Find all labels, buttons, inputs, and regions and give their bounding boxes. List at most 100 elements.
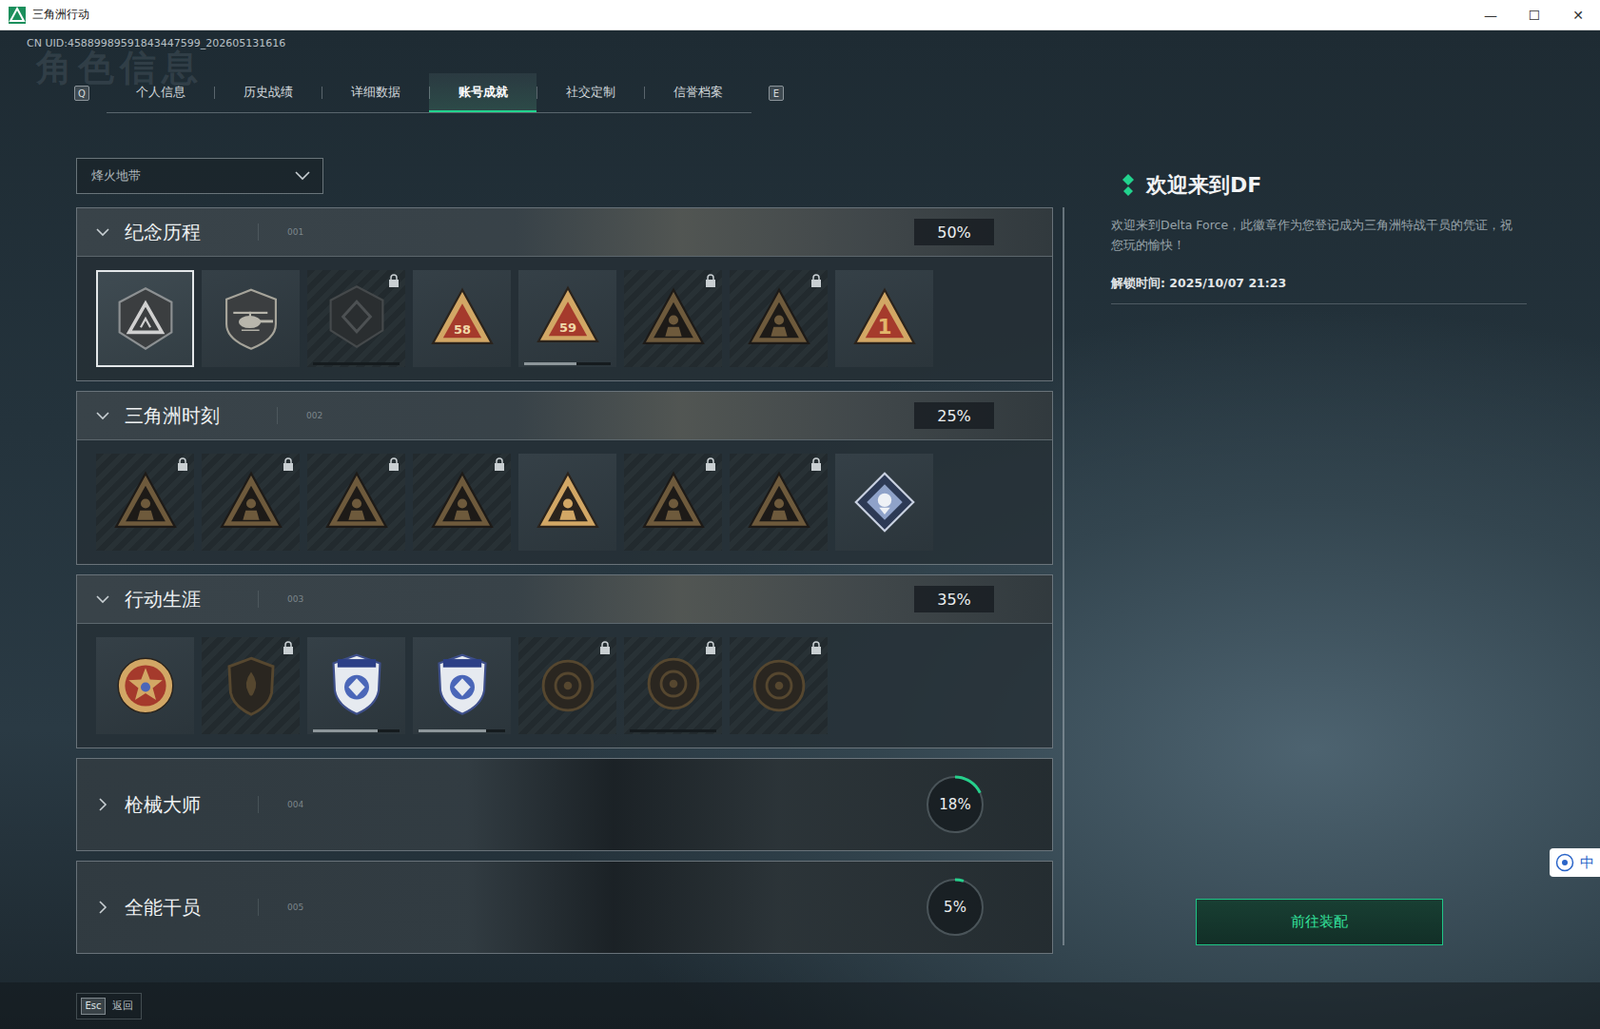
lock-icon: [810, 457, 822, 471]
badge-emblem-icon: [533, 651, 603, 721]
scrollbar[interactable]: [1062, 207, 1065, 946]
section-header[interactable]: 纪念历程00150%: [77, 208, 1053, 256]
close-button[interactable]: ✕: [1556, 0, 1600, 31]
badge-tile[interactable]: [412, 453, 511, 551]
badge-emblem-icon: [322, 649, 391, 719]
tab[interactable]: 详细数据: [321, 73, 430, 113]
badge-emblem-icon: [744, 651, 814, 721]
badge-tile[interactable]: [729, 637, 828, 735]
section-header[interactable]: 三角洲时刻 002 25%: [77, 391, 1053, 440]
lock-icon: [599, 641, 611, 655]
badge-tile[interactable]: 58: [412, 270, 511, 368]
achievement-section: 三角洲时刻 002 25%: [76, 390, 1054, 566]
badge-progress-track: [312, 729, 400, 733]
section-title: 全能干员: [124, 895, 201, 921]
progress-arc: [927, 879, 983, 936]
badge-emblem-icon: [322, 468, 391, 537]
badge-tile[interactable]: [624, 453, 722, 551]
badge-emblem-icon: [428, 468, 497, 537]
badge-emblem-icon: [744, 284, 814, 353]
badge-tile[interactable]: [412, 637, 511, 735]
lock-icon: [704, 641, 717, 655]
lock-icon: [176, 457, 189, 471]
detail-panel: 欢迎来到DF欢迎来到Delta Force，此徽章作为您登记成为三角洲特战干员的…: [1108, 157, 1527, 946]
section-title: 三角洲时刻: [124, 403, 220, 430]
chevron-icon: [94, 590, 112, 608]
lock-icon: [282, 457, 294, 471]
maximize-button[interactable]: ☐: [1512, 0, 1557, 31]
badge-tile[interactable]: [201, 270, 300, 368]
achievement-section: 全能干员0055%: [76, 860, 1054, 955]
badge-tile[interactable]: [624, 270, 722, 368]
badge-emblem-icon: [639, 284, 708, 353]
unlock-time: 解锁时间: 2025/10/07 21:23: [1111, 275, 1527, 305]
section-number: 002: [306, 410, 323, 421]
equip-button[interactable]: 前往装配: [1195, 898, 1444, 946]
minimize-button[interactable]: —: [1468, 0, 1513, 31]
badge-tile[interactable]: [729, 453, 828, 551]
section-percent: 5%: [943, 898, 967, 917]
esc-key: Esc: [80, 997, 106, 1015]
chevron-icon: [94, 796, 112, 814]
badge-tile[interactable]: [96, 637, 195, 735]
badge-progress-fill: [418, 729, 487, 733]
badge-tile[interactable]: [307, 637, 406, 735]
achievement-section: 行动生涯00335%: [76, 574, 1054, 749]
badge-number: 59: [558, 319, 576, 334]
badge-progress-track: [629, 729, 717, 733]
section-header[interactable]: 行动生涯00335%: [77, 575, 1053, 624]
badge-tile[interactable]: [835, 453, 934, 551]
chevron-down-icon: [293, 170, 312, 182]
badge-tile[interactable]: [624, 637, 722, 735]
badge-emblem-icon: 1: [850, 284, 919, 353]
detail-description: 欢迎来到Delta Force，此徽章作为您登记成为三角洲特战干员的凭证，祝您玩…: [1111, 214, 1527, 255]
progress-ring: 5%: [925, 878, 985, 937]
badge-progress-track: [418, 729, 506, 733]
section-header[interactable]: 枪械大师00418%: [77, 759, 1053, 851]
badge-tile[interactable]: [307, 270, 406, 368]
back-label: 返回: [112, 998, 134, 1014]
badge-tile[interactable]: [96, 453, 195, 551]
section-header[interactable]: 全能干员0055%: [77, 861, 1053, 954]
badge-tile[interactable]: [518, 453, 617, 551]
section-title: 枪械大师: [124, 792, 201, 819]
mode-dropdown[interactable]: 烽火地带: [76, 157, 324, 195]
ime-mode: 中: [1580, 854, 1595, 873]
badge-tile[interactable]: [96, 270, 195, 368]
badge-number: 58: [452, 322, 470, 337]
badge-tile[interactable]: [201, 637, 300, 735]
badge-tile[interactable]: [729, 270, 828, 368]
tab[interactable]: 个人信息: [106, 73, 215, 113]
badge-emblem-icon: [111, 468, 180, 537]
prev-tab-key[interactable]: Q: [74, 85, 90, 101]
badge-progress-track: [312, 362, 400, 366]
badge-progress-fill: [312, 729, 378, 733]
badge-grid: [77, 623, 1053, 748]
badge-emblem-icon: [533, 468, 603, 537]
badge-emblem-icon: 59: [533, 282, 603, 352]
tab[interactable]: 账号成就: [429, 73, 537, 113]
badge-emblem-icon: 58: [428, 284, 497, 353]
lock-icon: [704, 457, 717, 471]
badge-tile[interactable]: 59: [518, 270, 617, 368]
badge-emblem-icon: [428, 649, 497, 719]
back-button[interactable]: Esc 返回: [76, 993, 142, 1020]
next-tab-key[interactable]: E: [768, 85, 784, 101]
chevron-icon: [94, 407, 112, 425]
badge-tile[interactable]: 1: [835, 270, 934, 368]
section-percent: 25%: [914, 402, 995, 430]
section-number: 003: [287, 594, 304, 605]
badge-tile[interactable]: [201, 453, 300, 551]
badge-tile[interactable]: [518, 637, 617, 735]
tab[interactable]: 信誉档案: [643, 73, 752, 113]
tab-strip: 个人信息历史战绩详细数据账号成就社交定制信誉档案: [106, 73, 752, 114]
ime-indicator[interactable]: 中: [1549, 848, 1600, 878]
tab[interactable]: 历史战绩: [214, 73, 322, 113]
title-bar: 三角洲行动—☐✕: [0, 0, 1600, 31]
tab[interactable]: 社交定制: [536, 73, 644, 113]
badge-tile[interactable]: [307, 453, 406, 551]
uid-label: CN UID:45889989591843447599_202605131616: [26, 37, 1600, 51]
lock-icon: [388, 457, 400, 471]
lock-icon: [704, 273, 717, 288]
section-percent: 50%: [914, 218, 995, 246]
